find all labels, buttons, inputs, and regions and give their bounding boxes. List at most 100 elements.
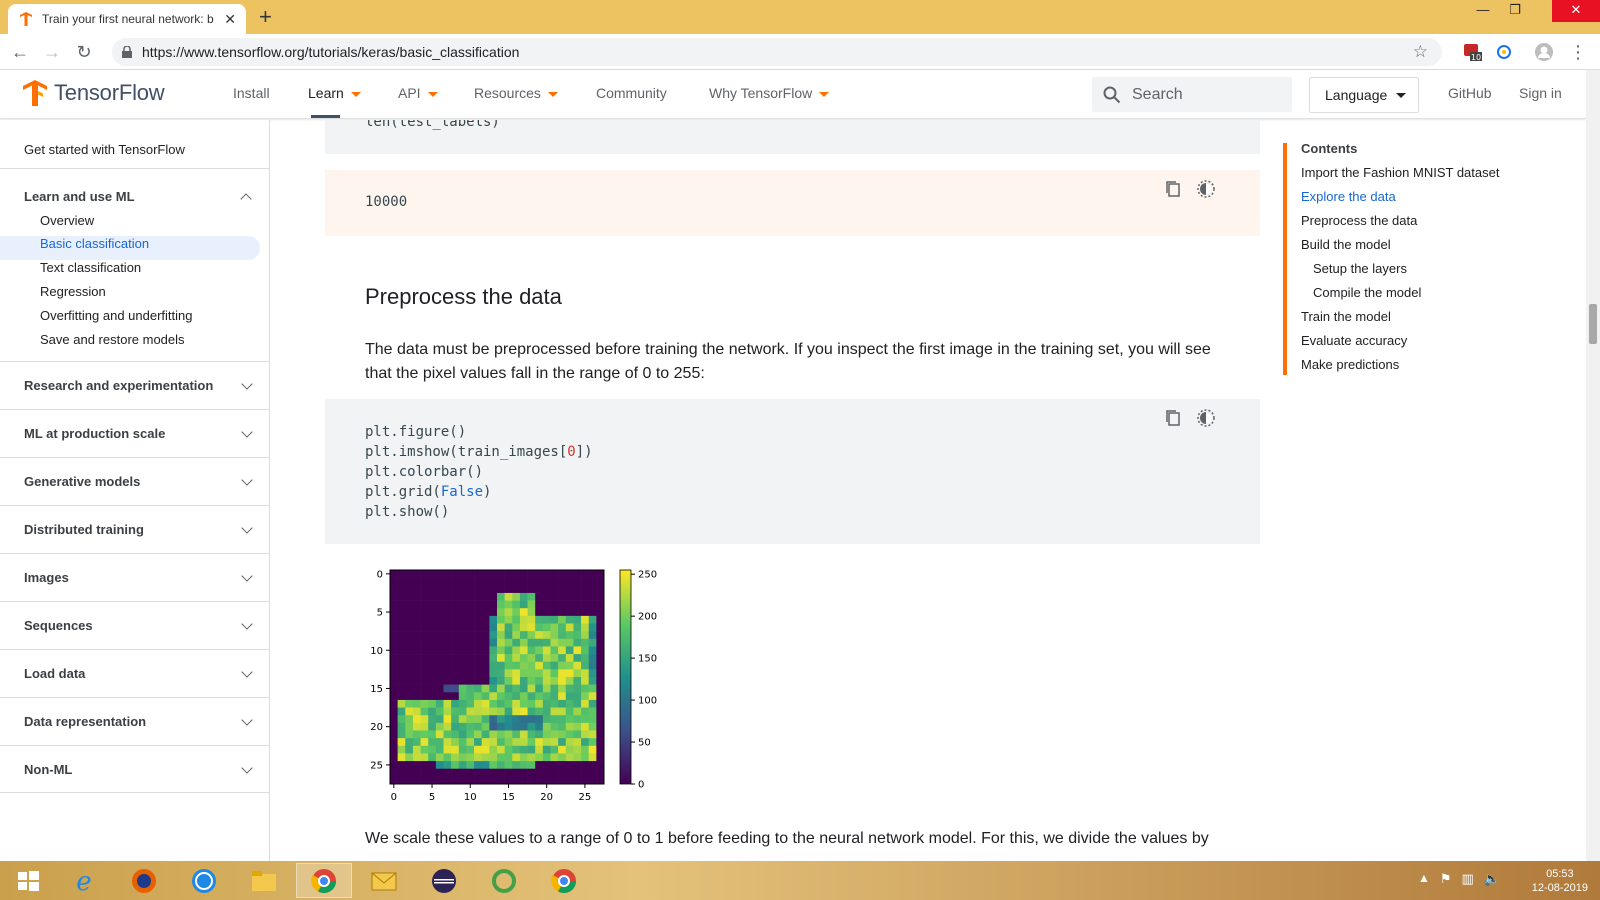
heatmap-cell xyxy=(596,661,605,670)
signin-link[interactable]: Sign in xyxy=(1519,85,1562,101)
toc-subitem[interactable]: Compile the model xyxy=(1313,285,1421,300)
toc-item[interactable]: Import the Fashion MNIST dataset xyxy=(1301,165,1499,180)
back-icon[interactable]: ← xyxy=(8,40,32,64)
menu-kebab-icon[interactable]: ⋮ xyxy=(1566,40,1590,64)
nav-install[interactable]: Install xyxy=(233,85,270,101)
sidebar-section-sequences[interactable]: Sequences xyxy=(0,601,269,649)
copy-icon[interactable] xyxy=(1165,409,1181,427)
heatmap-cell xyxy=(481,738,490,747)
reload-icon[interactable]: ↻ xyxy=(72,40,96,64)
toc-item[interactable]: Preprocess the data xyxy=(1301,213,1417,228)
toc-item-active[interactable]: Explore the data xyxy=(1301,189,1396,204)
tray-arrow-icon[interactable]: ▲ xyxy=(1418,871,1430,887)
volume-icon[interactable]: 🔈 xyxy=(1484,871,1500,887)
sidebar-section-learn-ml[interactable]: Learn and use ML xyxy=(24,189,135,204)
sidebar-section-load-data[interactable]: Load data xyxy=(0,649,269,697)
taskbar-app-2[interactable] xyxy=(476,863,532,898)
heatmap-cell xyxy=(573,570,582,578)
theme-toggle-icon[interactable] xyxy=(1197,409,1215,427)
restore-button[interactable]: ❐ xyxy=(1500,0,1530,22)
window-close-button[interactable]: ✕ xyxy=(1552,0,1600,22)
search-input[interactable]: Search xyxy=(1092,77,1292,112)
taskbar-clock[interactable]: 05:53 12-08-2019 xyxy=(1532,867,1588,895)
address-bar[interactable]: https://www.tensorflow.org/tutorials/ker… xyxy=(112,38,1442,66)
heatmap-cell xyxy=(588,570,597,578)
nav-learn[interactable]: Learn xyxy=(308,85,361,101)
chevron-up-icon[interactable] xyxy=(240,193,252,205)
extension-icon-2[interactable] xyxy=(1494,42,1514,62)
scrollbar-thumb[interactable] xyxy=(1589,304,1597,344)
sidebar-section-generative[interactable]: Generative models xyxy=(0,457,269,505)
bookmark-star-icon[interactable]: ☆ xyxy=(1413,38,1428,66)
sidebar-section-production[interactable]: ML at production scale xyxy=(0,409,269,457)
toc-item[interactable]: Train the model xyxy=(1301,309,1391,324)
heatmap-cell xyxy=(451,623,460,632)
sidebar-item-overview[interactable]: Overview xyxy=(40,213,94,228)
nav-why-tensorflow[interactable]: Why TensorFlow xyxy=(709,85,830,101)
sidebar-section-research[interactable]: Research and experimentation xyxy=(0,361,269,409)
forward-icon[interactable]: → xyxy=(40,40,64,64)
heatmap-cell xyxy=(397,715,406,724)
heatmap-cell xyxy=(588,707,597,716)
heatmap-cell xyxy=(412,638,421,647)
taskbar-firefox[interactable] xyxy=(116,863,172,898)
taskbar-eclipse[interactable] xyxy=(416,863,472,898)
browser-tab[interactable]: Train your first neural network: b ✕ xyxy=(8,4,246,34)
heatmap-cell xyxy=(420,615,429,624)
minimize-button[interactable]: — xyxy=(1468,0,1498,22)
heatmap-cell xyxy=(527,707,536,716)
nav-resources[interactable]: Resources xyxy=(474,85,558,101)
tab-close-icon[interactable]: ✕ xyxy=(224,11,236,28)
heatmap-cell xyxy=(474,608,483,617)
heatmap-cell xyxy=(527,677,536,685)
output-block: 10000 xyxy=(325,170,1260,236)
heatmap-cell xyxy=(466,768,475,777)
profile-avatar-icon[interactable] xyxy=(1534,42,1554,62)
toc-subitem[interactable]: Setup the layers xyxy=(1313,261,1407,276)
start-button[interactable] xyxy=(0,863,56,898)
sidebar-section-images[interactable]: Images xyxy=(0,553,269,601)
toc-item[interactable]: Make predictions xyxy=(1301,357,1399,372)
sidebar-item-save-restore[interactable]: Save and restore models xyxy=(40,332,185,347)
taskbar-chrome-2[interactable] xyxy=(536,863,592,898)
sidebar-section-distributed[interactable]: Distributed training xyxy=(0,505,269,553)
toc-item[interactable]: Build the model xyxy=(1301,237,1391,252)
heatmap-cell xyxy=(451,738,460,747)
new-tab-button[interactable]: + xyxy=(259,4,272,30)
heatmap-cell xyxy=(405,654,414,663)
taskbar-mail[interactable] xyxy=(356,863,412,898)
heatmap-cell xyxy=(581,768,590,777)
taskbar-file-explorer[interactable] xyxy=(236,863,292,898)
nav-api[interactable]: API xyxy=(398,85,438,101)
taskbar-app[interactable] xyxy=(176,863,232,898)
sidebar-section-data-representation[interactable]: Data representation xyxy=(0,697,269,745)
sidebar-item-text-classification[interactable]: Text classification xyxy=(40,260,141,275)
heatmap-cell xyxy=(504,654,513,663)
heatmap-cell xyxy=(504,585,513,594)
svg-text:e: e xyxy=(76,867,91,895)
sidebar-item-overfitting[interactable]: Overfitting and underfitting xyxy=(40,308,192,323)
heatmap-cell xyxy=(596,692,605,701)
toc-item[interactable]: Evaluate accuracy xyxy=(1301,333,1407,348)
heatmap-cell xyxy=(512,776,521,785)
sidebar-item-basic-classification[interactable]: Basic classification xyxy=(40,236,149,251)
nav-community[interactable]: Community xyxy=(596,85,667,101)
github-link[interactable]: GitHub xyxy=(1448,85,1492,101)
theme-toggle-icon[interactable] xyxy=(1197,180,1215,198)
sidebar-section-non-ml[interactable]: Non-ML xyxy=(0,745,269,793)
heatmap-cell xyxy=(519,585,528,594)
sidebar-item-get-started[interactable]: Get started with TensorFlow xyxy=(24,142,185,157)
flag-icon[interactable]: ⚑ xyxy=(1440,871,1452,887)
language-select[interactable]: Language xyxy=(1309,77,1419,113)
heatmap-cell xyxy=(443,570,452,578)
extension-icon[interactable]: 10 xyxy=(1462,42,1482,62)
taskbar-ie[interactable]: e xyxy=(56,863,112,898)
taskbar-chrome-active[interactable] xyxy=(296,863,352,898)
heatmap-cell xyxy=(474,669,483,678)
page-scrollbar[interactable] xyxy=(1586,70,1600,861)
heatmap-cell xyxy=(420,585,429,594)
brand-logo[interactable]: TensorFlow xyxy=(22,79,165,107)
network-icon[interactable]: ▥ xyxy=(1462,871,1474,887)
sidebar-item-regression[interactable]: Regression xyxy=(40,284,106,299)
copy-icon[interactable] xyxy=(1165,180,1181,198)
